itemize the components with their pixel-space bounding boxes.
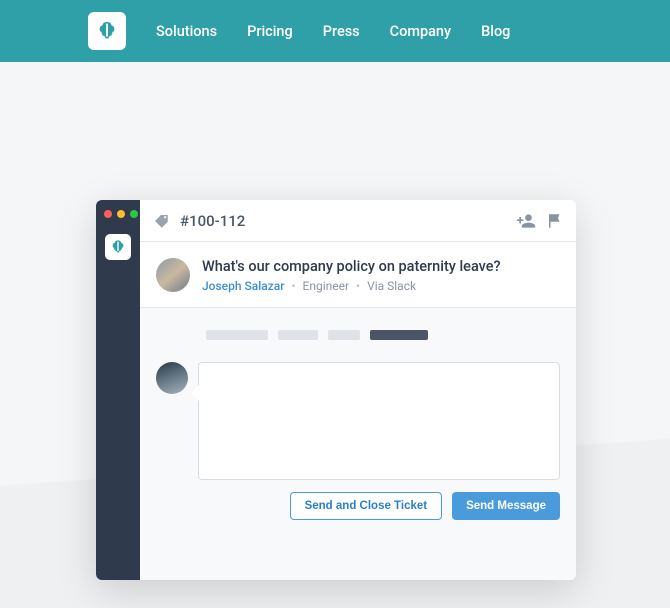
nav-press[interactable]: Press xyxy=(323,23,360,40)
send-message-button[interactable]: Send Message xyxy=(452,492,560,520)
message-author[interactable]: Joseph Salazar xyxy=(202,279,284,293)
message-content: What's our company policy on paternity l… xyxy=(202,258,560,293)
tag-icon[interactable] xyxy=(152,212,170,230)
message-text: What's our company policy on paternity l… xyxy=(202,258,560,275)
add-user-icon[interactable] xyxy=(516,211,536,231)
flag-icon[interactable] xyxy=(546,212,564,230)
nav-company[interactable]: Company xyxy=(390,23,451,40)
message-role: Engineer xyxy=(303,279,350,293)
tab-placeholder[interactable] xyxy=(328,330,360,340)
message-source: Via Slack xyxy=(367,279,416,293)
ticket-window: #100-112 What's our company policy on pa… xyxy=(96,200,576,580)
app-logo[interactable] xyxy=(105,234,131,260)
window-sidebar xyxy=(96,200,140,580)
compose-textarea[interactable] xyxy=(198,362,560,480)
message-meta: Joseph Salazar • Engineer • Via Slack xyxy=(202,279,560,293)
nav-solutions[interactable]: Solutions xyxy=(156,23,217,40)
avatar xyxy=(156,362,188,394)
minimize-window-icon[interactable] xyxy=(117,210,125,218)
window-main: #100-112 What's our company policy on pa… xyxy=(140,200,576,580)
avatar xyxy=(156,258,190,292)
tab-placeholder[interactable] xyxy=(206,330,268,340)
incoming-message: What's our company policy on paternity l… xyxy=(140,242,576,308)
maximize-window-icon[interactable] xyxy=(130,210,138,218)
close-window-icon[interactable] xyxy=(104,210,112,218)
brain-icon xyxy=(96,20,118,42)
send-and-close-button[interactable]: Send and Close Ticket xyxy=(290,492,443,520)
brain-icon xyxy=(110,239,126,255)
top-navigation: Solutions Pricing Press Company Blog xyxy=(0,0,670,62)
titlebar: #100-112 xyxy=(140,200,576,242)
tab-row xyxy=(140,308,576,352)
ticket-id: #100-112 xyxy=(180,212,506,230)
action-buttons: Send and Close Ticket Send Message xyxy=(140,480,576,534)
nav-blog[interactable]: Blog xyxy=(481,23,510,40)
nav-pricing[interactable]: Pricing xyxy=(247,23,293,40)
tab-placeholder[interactable] xyxy=(278,330,318,340)
brand-logo[interactable] xyxy=(88,12,126,50)
tab-active[interactable] xyxy=(370,330,428,340)
window-controls xyxy=(96,206,146,228)
compose-area xyxy=(140,352,576,480)
